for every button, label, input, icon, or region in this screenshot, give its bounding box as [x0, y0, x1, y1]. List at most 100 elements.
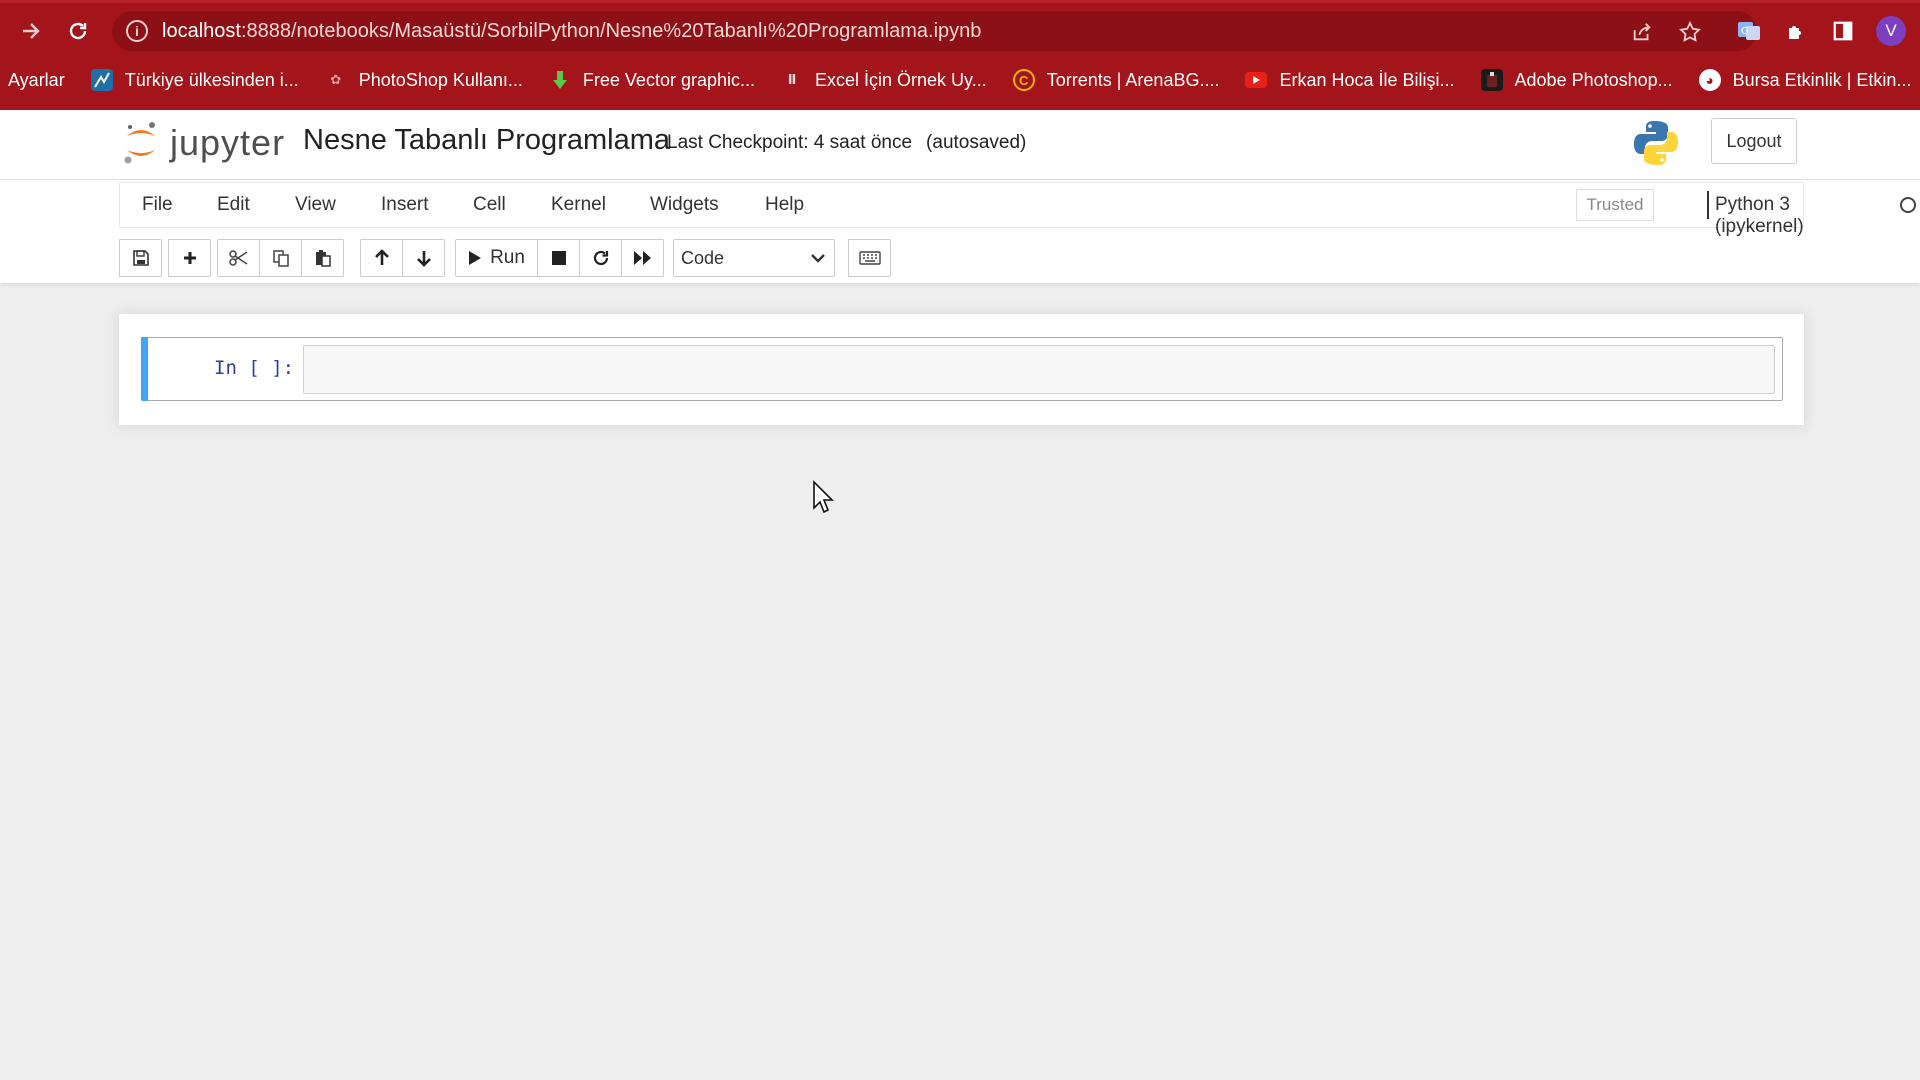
bookmark-item[interactable]: ✿ PhotoShop Kullanı...	[325, 69, 523, 91]
restart-run-all-button[interactable]	[621, 239, 664, 277]
command-palette-button[interactable]	[848, 239, 891, 277]
jupyter-logo[interactable]: jupyter	[122, 118, 285, 168]
insert-group	[168, 239, 211, 277]
menu-kernel[interactable]: Kernel	[551, 194, 606, 216]
move-group	[360, 239, 445, 277]
bookmark-item[interactable]: C Torrents | ArenaBG....	[1012, 69, 1220, 91]
copy-button[interactable]	[259, 239, 302, 277]
youtube-favicon-icon	[1245, 72, 1268, 88]
browser-chrome: i localhost:8888/notebooks/Masaüstü/Sorb…	[0, 0, 1920, 110]
bookmark-label: Türkiye ülkesinden i...	[124, 69, 299, 90]
mouse-cursor-icon	[813, 480, 834, 514]
tab-strip-edge	[0, 0, 1920, 3]
checkpoint-text: Last Checkpoint: 4 saat önce	[667, 132, 913, 153]
save-button[interactable]	[119, 239, 162, 277]
keyboard-icon	[858, 251, 881, 265]
run-button[interactable]: Run	[455, 239, 538, 277]
paste-button[interactable]	[301, 239, 344, 277]
bookmark-item[interactable]: Free Vector graphic...	[549, 69, 755, 91]
globe-favicon-icon: ◕	[1698, 69, 1721, 91]
kernel-idle-indicator-icon	[1900, 197, 1916, 213]
input-prompt: In [ ]:	[214, 357, 295, 379]
menu-file[interactable]: File	[142, 194, 173, 216]
logout-button[interactable]: Logout	[1711, 118, 1797, 164]
bookmark-star-icon[interactable]	[1676, 18, 1704, 46]
cut-button[interactable]	[217, 239, 260, 277]
plus-icon	[183, 252, 196, 264]
bookmark-item[interactable]: Ⅱ Excel İçin Örnek Uy...	[781, 69, 987, 91]
run-label: Run	[490, 247, 525, 268]
menu-help[interactable]: Help	[765, 194, 804, 216]
bookmark-settings[interactable]: Ayarlar	[8, 70, 65, 91]
chart-favicon-icon	[90, 69, 113, 91]
translate-extension-icon[interactable]: G	[1734, 16, 1764, 46]
insert-cell-button[interactable]	[168, 239, 211, 277]
stop-icon	[551, 251, 566, 265]
bookmarks-bar: Ayarlar Türkiye ülkesinden i... ✿ PhotoS…	[0, 62, 1920, 98]
url-text: localhost:8888/notebooks/Masaüstü/Sorbil…	[162, 19, 982, 42]
command-palette-group	[848, 239, 891, 277]
paste-icon	[315, 250, 331, 267]
bookmark-label: Torrents | ArenaBG....	[1046, 69, 1220, 90]
run-group: Run	[455, 239, 664, 277]
copy-icon	[272, 250, 289, 267]
notebook-container: In [ ]:	[119, 314, 1804, 425]
save-group	[119, 239, 162, 277]
address-bar[interactable]: i localhost:8888/notebooks/Masaüstü/Sorb…	[112, 11, 1757, 51]
bookmark-label: Ayarlar	[8, 69, 65, 90]
python-logo-icon	[1634, 121, 1678, 165]
menu-widgets[interactable]: Widgets	[650, 194, 719, 216]
profile-avatar[interactable]: V	[1876, 16, 1906, 46]
restart-kernel-button[interactable]	[579, 239, 622, 277]
bookmark-label: Free Vector graphic...	[582, 69, 755, 90]
move-up-button[interactable]	[360, 239, 403, 277]
scissors-icon	[228, 250, 247, 266]
svg-text:G: G	[1741, 26, 1749, 37]
trusted-indicator[interactable]: Trusted	[1576, 189, 1654, 221]
kernel-divider	[1707, 191, 1709, 219]
arrow-down-icon	[416, 251, 431, 267]
photoshop-favicon-icon: ✿	[330, 72, 342, 87]
side-panel-icon[interactable]	[1828, 16, 1858, 46]
bookmark-label: Excel İçin Örnek Uy...	[815, 69, 987, 90]
bookmark-item[interactable]: Erkan Hoca İle Bilişi...	[1245, 70, 1455, 91]
menu-view[interactable]: View	[295, 194, 336, 216]
bookmark-label: Adobe Photoshop...	[1514, 69, 1673, 90]
menubar-container: File Edit View Insert Cell Kernel Widget…	[0, 180, 1920, 283]
notebook-name[interactable]: Nesne Tabanlı Programlama	[303, 124, 670, 157]
interrupt-kernel-button[interactable]	[537, 239, 580, 277]
save-icon	[132, 250, 149, 266]
play-icon	[469, 251, 482, 265]
forward-button[interactable]	[14, 14, 48, 48]
menubar: File Edit View Insert Cell Kernel Widget…	[119, 182, 1916, 237]
clipboard-group	[217, 239, 344, 277]
download-arrow-favicon-icon	[549, 69, 571, 91]
checkpoint-status: Last Checkpoint: 4 saat önce (autosaved)	[667, 132, 1026, 154]
bookmark-label: Bursa Etkinlik | Etkin...	[1732, 69, 1912, 90]
menu-edit[interactable]: Edit	[217, 194, 250, 216]
move-down-button[interactable]	[402, 239, 445, 277]
extensions-puzzle-icon[interactable]	[1781, 16, 1811, 46]
bookmark-item[interactable]: Türkiye ülkesinden i...	[90, 69, 299, 91]
forward-arrow-icon	[23, 23, 40, 39]
jupyter-wordmark: jupyter	[170, 122, 286, 163]
cell-type-value: Code	[681, 247, 725, 268]
cell-type-select[interactable]: Code	[673, 239, 835, 277]
site-info-icon[interactable]: i	[126, 20, 148, 42]
dark-favicon-icon	[1480, 69, 1503, 91]
code-editor[interactable]	[303, 345, 1775, 394]
code-cell[interactable]: In [ ]:	[141, 337, 1783, 401]
restart-icon	[593, 250, 608, 266]
reload-button[interactable]	[61, 14, 95, 48]
menu-cell[interactable]: Cell	[473, 194, 506, 216]
excel-favicon-icon: Ⅱ	[787, 72, 797, 87]
bookmark-item[interactable]: Adobe Photoshop...	[1480, 69, 1673, 91]
kernel-name[interactable]: Python 3 (ipykernel)	[1715, 194, 1804, 238]
bookmark-item[interactable]: ◕ Bursa Etkinlik | Etkin...	[1698, 69, 1912, 91]
autosave-status: (autosaved)	[926, 132, 1027, 153]
menu-insert[interactable]: Insert	[381, 194, 429, 216]
bookmark-label: PhotoShop Kullanı...	[358, 69, 523, 90]
jupyter-logo-icon	[124, 122, 155, 164]
share-icon[interactable]	[1628, 18, 1656, 46]
jupyter-header: jupyter Nesne Tabanlı Programlama Last C…	[0, 110, 1920, 180]
